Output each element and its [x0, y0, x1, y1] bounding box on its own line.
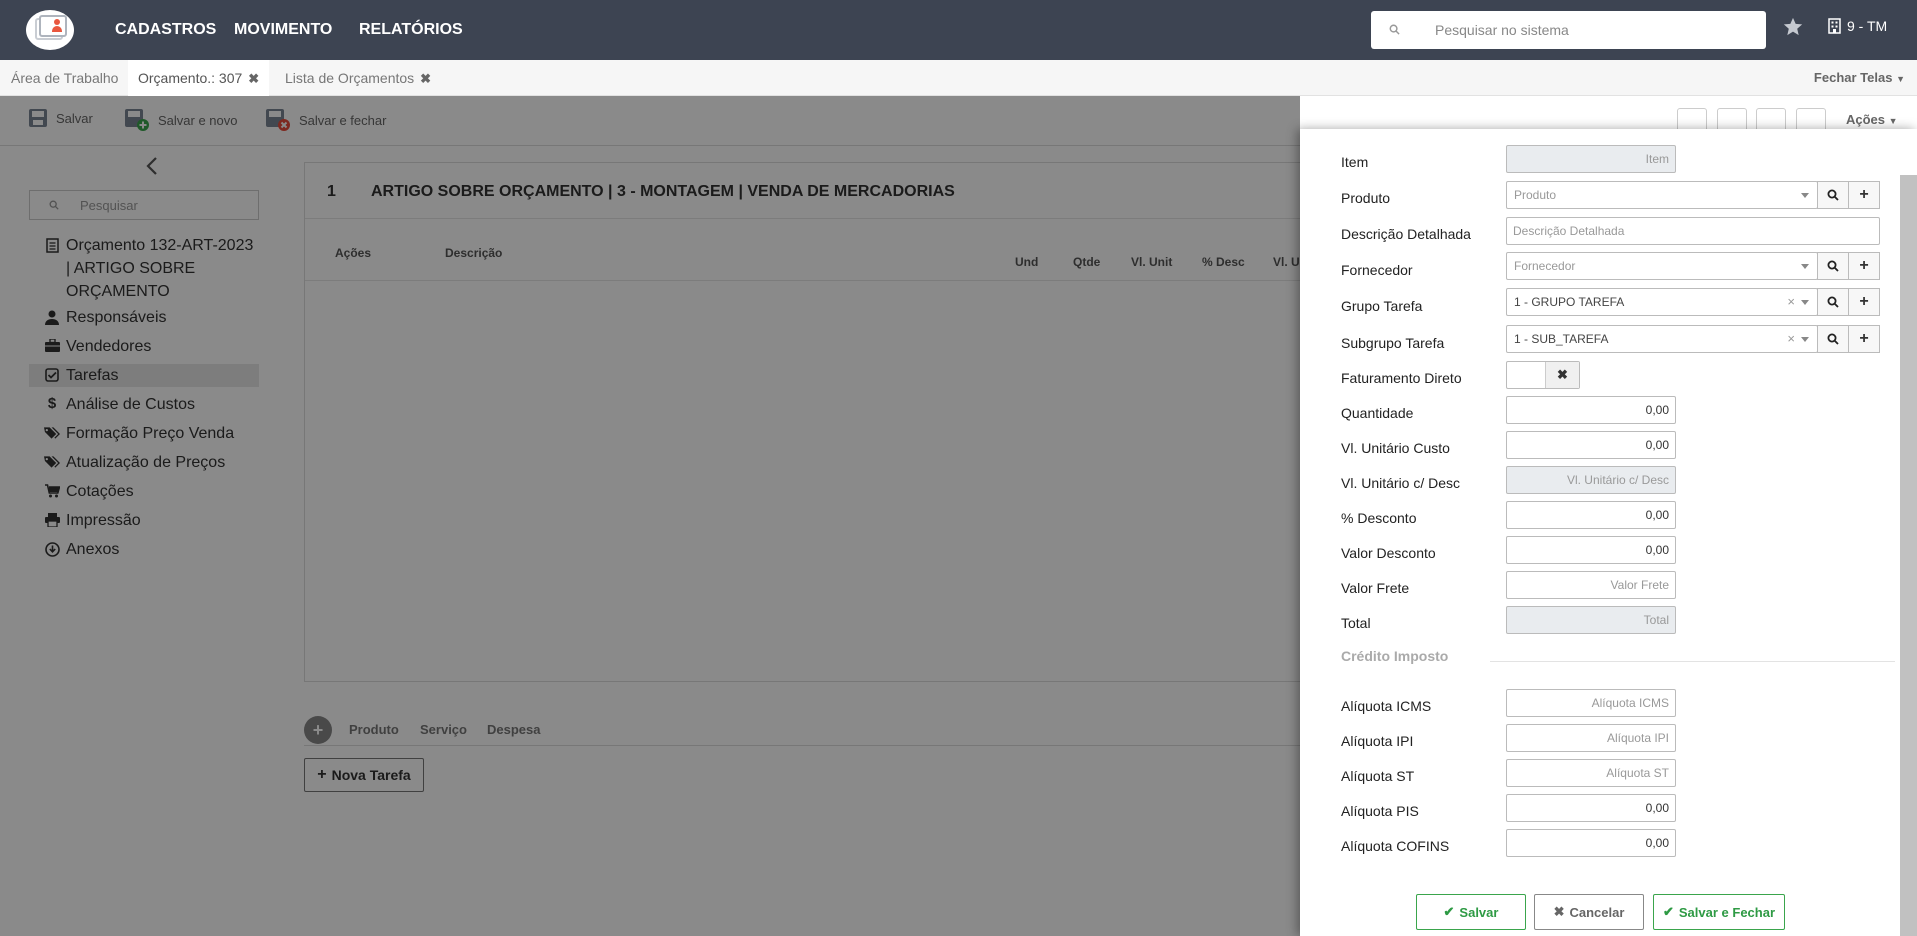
label-descricao: Descrição Detalhada	[1341, 226, 1471, 242]
search-icon	[1827, 333, 1839, 345]
subgrupo-tarefa-select[interactable]: 1 - SUB_TAREFA ×	[1506, 325, 1818, 353]
nav-movimento[interactable]: MOVIMENTO	[234, 0, 332, 60]
label-valor-desconto: Valor Desconto	[1341, 545, 1436, 561]
label-aliquota-st: Alíquota ST	[1341, 768, 1415, 784]
check-icon: ✔	[1443, 904, 1455, 919]
aliquota-ipi-input[interactable]	[1506, 724, 1676, 752]
chevron-down-icon	[1801, 300, 1809, 305]
aliquota-pis-input[interactable]	[1506, 794, 1676, 822]
label-grupo-tarefa: Grupo Tarefa	[1341, 298, 1423, 314]
search-icon	[1827, 296, 1839, 308]
label-aliquota-icms: Alíquota ICMS	[1341, 698, 1432, 714]
subgrupo-search-button[interactable]	[1817, 325, 1849, 353]
label-subgrupo-tarefa: Subgrupo Tarefa	[1341, 335, 1445, 351]
caret-down-icon: ▼	[1896, 74, 1905, 84]
credito-imposto-heading: Crédito Imposto	[1341, 648, 1449, 664]
chevron-down-icon	[1801, 193, 1809, 198]
produto-add-button[interactable]: +	[1848, 181, 1880, 209]
produto-select[interactable]: Produto	[1506, 181, 1818, 209]
cancelar-button[interactable]: ✖ Cancelar	[1534, 894, 1644, 930]
plus-icon: +	[1859, 257, 1869, 274]
star-icon[interactable]	[1782, 16, 1804, 38]
fornecedor-add-button[interactable]: +	[1848, 252, 1880, 280]
close-icon[interactable]: ✖	[420, 71, 431, 86]
nav-relatorios[interactable]: RELATÓRIOS	[359, 0, 463, 60]
clear-icon[interactable]: ×	[1787, 326, 1795, 352]
salvar-button[interactable]: ✔ Salvar	[1416, 894, 1526, 930]
pct-desconto-input[interactable]	[1506, 501, 1676, 529]
acoes-dropdown[interactable]: Ações ▼	[1846, 112, 1898, 127]
search-icon	[1827, 260, 1839, 272]
close-icon: ✖	[1553, 904, 1565, 919]
label-total: Total	[1341, 615, 1371, 631]
chevron-down-icon	[1801, 337, 1809, 342]
produto-search-button[interactable]	[1817, 181, 1849, 209]
fechar-telas-dropdown[interactable]: Fechar Telas ▼	[1814, 60, 1905, 97]
label-aliquota-cofins: Alíquota COFINS	[1341, 838, 1450, 854]
vl-unitario-custo-input[interactable]	[1506, 431, 1676, 459]
valor-frete-input[interactable]	[1506, 571, 1676, 599]
open-tabs-bar: Área de Trabalho Orçamento.: 307 ✖ Lista …	[0, 60, 1917, 96]
clear-icon[interactable]: ×	[1787, 289, 1795, 315]
label-vl-unitario-desc: Vl. Unitário c/ Desc	[1341, 475, 1461, 491]
nav-cadastros[interactable]: CADASTROS	[115, 0, 216, 60]
building-icon	[1828, 18, 1841, 34]
label-item: Item	[1341, 154, 1369, 170]
modal-backdrop[interactable]	[0, 96, 1300, 936]
label-quantidade: Quantidade	[1341, 405, 1414, 421]
quantidade-input[interactable]	[1506, 396, 1676, 424]
label-valor-frete: Valor Frete	[1341, 580, 1410, 596]
plus-icon: +	[1859, 293, 1869, 310]
tab-area-trabalho[interactable]: Área de Trabalho	[11, 60, 118, 96]
label-pct-desconto: % Desconto	[1341, 510, 1417, 526]
faturamento-direto-toggle[interactable]: ✖	[1506, 361, 1580, 389]
company-label: 9 - TM	[1847, 18, 1888, 34]
grupo-tarefa-select[interactable]: 1 - GRUPO TAREFA ×	[1506, 288, 1818, 316]
close-icon: ✖	[1545, 362, 1579, 388]
subgrupo-add-button[interactable]: +	[1848, 325, 1880, 353]
item-field[interactable]	[1506, 145, 1676, 173]
plus-icon: +	[1859, 186, 1869, 203]
label-aliquota-ipi: Alíquota IPI	[1341, 733, 1414, 749]
label-faturamento-direto: Faturamento Direto	[1341, 370, 1462, 386]
vl-unitario-desc-field[interactable]	[1506, 466, 1676, 494]
aliquota-icms-input[interactable]	[1506, 689, 1676, 717]
fornecedor-select[interactable]: Fornecedor	[1506, 252, 1818, 280]
label-aliquota-pis: Alíquota PIS	[1341, 803, 1419, 819]
check-icon: ✔	[1662, 904, 1674, 919]
fornecedor-search-button[interactable]	[1817, 252, 1849, 280]
label-vl-unitario-custo: Vl. Unitário Custo	[1341, 440, 1450, 456]
caret-down-icon: ▼	[1888, 116, 1898, 126]
tab-orcamento-307[interactable]: Orçamento.: 307 ✖	[128, 60, 270, 96]
close-icon[interactable]: ✖	[248, 71, 259, 86]
plus-icon: +	[1859, 330, 1869, 347]
aliquota-cofins-input[interactable]	[1506, 829, 1676, 857]
grupo-search-button[interactable]	[1817, 288, 1849, 316]
label-fornecedor: Fornecedor	[1341, 262, 1413, 278]
tab-lista-orcamentos[interactable]: Lista de Orçamentos ✖	[285, 60, 431, 96]
descricao-detalhada-input[interactable]	[1506, 217, 1880, 245]
valor-desconto-input[interactable]	[1506, 536, 1676, 564]
grupo-add-button[interactable]: +	[1848, 288, 1880, 316]
chevron-down-icon	[1801, 264, 1809, 269]
total-field[interactable]	[1506, 606, 1676, 634]
salvar-e-fechar-button[interactable]: ✔ Salvar e Fechar	[1653, 894, 1785, 930]
label-produto: Produto	[1341, 190, 1391, 206]
search-icon	[1827, 189, 1839, 201]
top-navbar: CADASTROS MOVIMENTO RELATÓRIOS 9 - TM	[0, 0, 1917, 60]
company-selector[interactable]: 9 - TM	[1828, 18, 1887, 34]
aliquota-st-input[interactable]	[1506, 759, 1676, 787]
search-icon	[1389, 24, 1400, 35]
app-logo[interactable]	[26, 10, 74, 50]
system-search	[1371, 11, 1766, 49]
system-search-input[interactable]	[1435, 11, 1755, 49]
panel-scrollbar[interactable]	[1900, 175, 1917, 936]
